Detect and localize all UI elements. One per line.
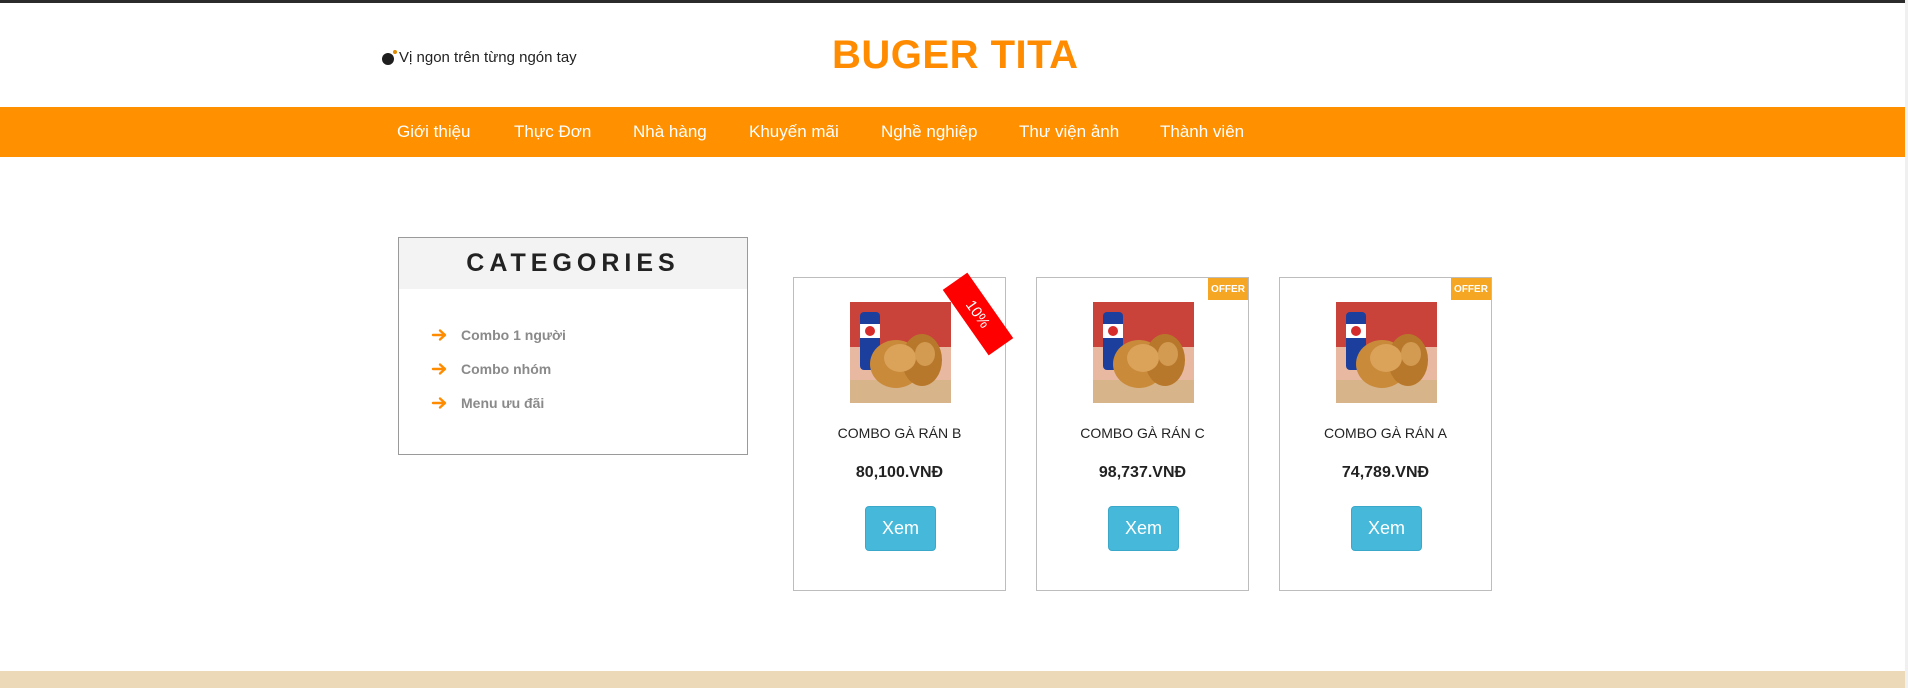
product-card: OFFER COMBO GÀ RÁN A 74,789.VNĐ Xem [1279, 277, 1492, 591]
nav-item-thanh-vien[interactable]: Thành viên [1160, 122, 1244, 142]
category-item[interactable]: Menu ưu đãi [431, 386, 566, 420]
arrow-right-icon [431, 329, 447, 341]
nav-item-thu-vien-anh[interactable]: Thư viện ảnh [1019, 122, 1119, 142]
product-image[interactable] [1093, 302, 1194, 403]
category-item[interactable]: Combo 1 người [431, 318, 566, 352]
nav-item-nghe-nghiep[interactable]: Nghề nghiệp [881, 122, 977, 142]
product-price: 98,737.VNĐ [1098, 464, 1187, 481]
product-price: 80,100.VNĐ [855, 464, 944, 481]
categories-list: Combo 1 người Combo nhóm Menu ưu đãi [431, 318, 566, 420]
main-nav: Giới thiệu Thực Đơn Nhà hàng Khuyến mãi … [0, 107, 1905, 157]
category-item[interactable]: Combo nhóm [431, 352, 566, 386]
nav-item-khuyen-mai[interactable]: Khuyến mãi [749, 122, 839, 142]
tagline-text: Vị ngon trên từng ngón tay [399, 49, 577, 66]
bomb-icon [382, 49, 397, 65]
view-button[interactable]: Xem [1108, 506, 1179, 551]
offer-badge: OFFER [1208, 278, 1248, 300]
product-name: COMBO GÀ RÁN A [1324, 425, 1447, 441]
category-label: Combo nhóm [461, 361, 552, 377]
footer-strip [0, 671, 1905, 688]
categories-panel: CATEGORIES Combo 1 người Combo nhóm Menu… [398, 237, 748, 455]
categories-header: CATEGORIES [399, 238, 747, 289]
category-label: Menu ưu đãi [461, 395, 545, 411]
site-header: Vị ngon trên từng ngón tay BUGER TITA [0, 3, 1908, 107]
product-image[interactable] [850, 302, 951, 403]
product-price: 74,789.VNĐ [1341, 464, 1430, 481]
product-image[interactable] [1336, 302, 1437, 403]
brand-logo[interactable]: BUGER TITA [832, 33, 1078, 78]
nav-item-thuc-don[interactable]: Thực Đơn [514, 122, 591, 142]
offer-badge: OFFER [1451, 278, 1491, 300]
product-name: COMBO GÀ RÁN C [1080, 425, 1205, 441]
category-label: Combo 1 người [461, 327, 566, 343]
product-card: OFFER COMBO GÀ RÁN C 98,737.VNĐ Xem [1036, 277, 1249, 591]
nav-item-gioi-thieu[interactable]: Giới thiệu [397, 122, 471, 142]
categories-title: CATEGORIES [466, 249, 680, 277]
nav-item-nha-hang[interactable]: Nhà hàng [633, 122, 707, 142]
view-button[interactable]: Xem [1351, 506, 1422, 551]
arrow-right-icon [431, 363, 447, 375]
tagline: Vị ngon trên từng ngón tay [382, 49, 577, 66]
arrow-right-icon [431, 397, 447, 409]
view-button[interactable]: Xem [865, 506, 936, 551]
product-name: COMBO GÀ RÁN B [837, 425, 962, 441]
